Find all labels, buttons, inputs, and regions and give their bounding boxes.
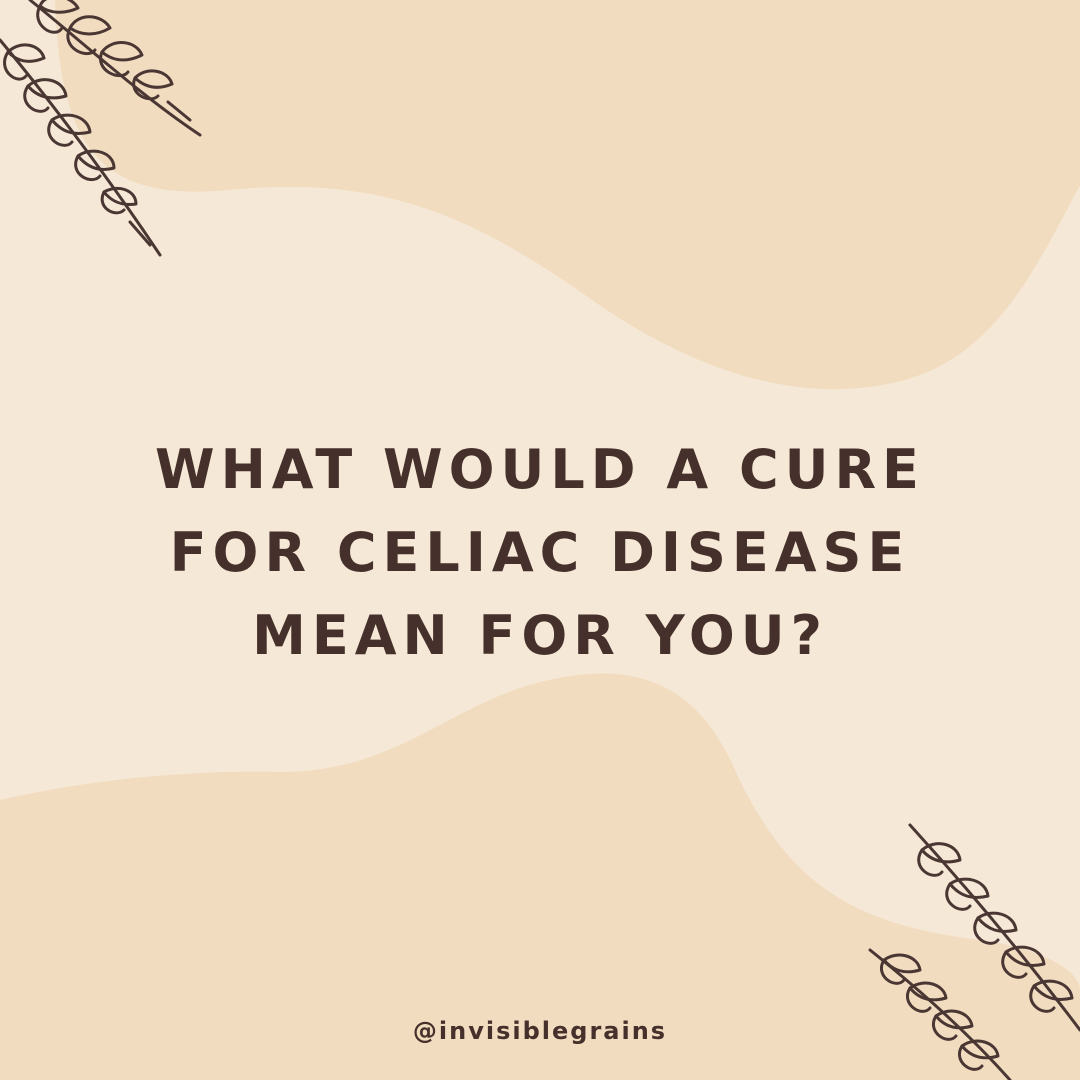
post-canvas: What would a cure for Celiac disease mea… xyxy=(0,0,1080,1080)
headline-line-1: What would a cure xyxy=(155,438,925,501)
wheat-sprigs-top-left-icon xyxy=(0,0,202,257)
headline-line-2: for Celiac disease xyxy=(169,521,911,584)
headline-line-3: mean for you? xyxy=(252,604,828,667)
headline: What would a cure for Celiac disease mea… xyxy=(90,428,990,677)
social-handle: @invisiblegrains xyxy=(412,1017,668,1045)
